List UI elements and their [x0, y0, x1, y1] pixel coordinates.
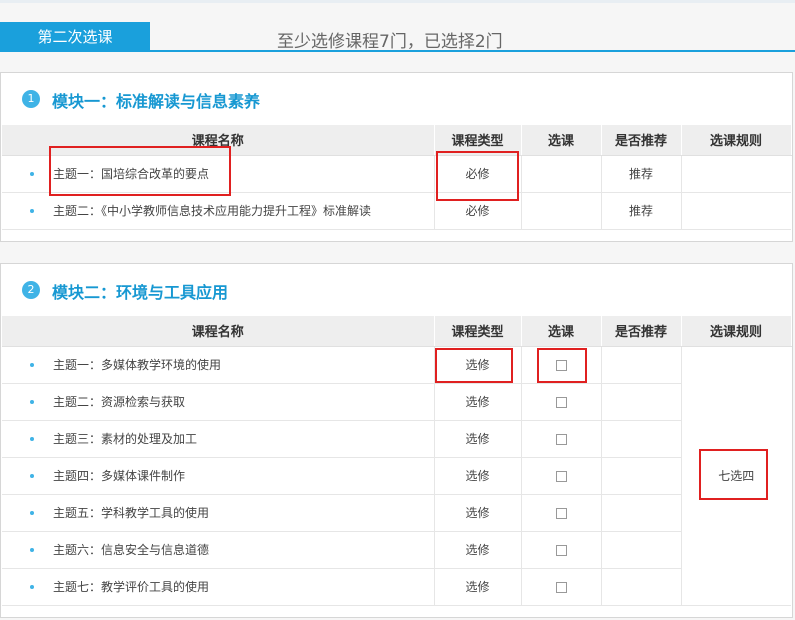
course-select-checkbox[interactable]: [555, 470, 567, 482]
course-name: 主题四：多媒体课件制作: [53, 469, 186, 483]
module-2-header: 2 模块二：环境与工具应用: [1, 264, 792, 316]
recommend-cell: [601, 531, 682, 569]
table-row: 主题四：多媒体课件制作 选修: [2, 457, 791, 495]
select-cell: [521, 383, 602, 421]
course-name-cell: 主题四：多媒体课件制作: [2, 457, 435, 495]
rule-cell: [681, 192, 791, 230]
course-name-cell: 主题三：素材的处理及加工: [2, 420, 435, 458]
course-type: 必修: [434, 192, 522, 230]
select-cell: [521, 494, 602, 532]
column-header-rule: 选课规则: [681, 316, 792, 347]
column-header-name: 课程名称: [2, 125, 435, 156]
select-cell: [521, 346, 602, 384]
table-row: 主题七：教学评价工具的使用 选修: [2, 568, 791, 606]
table-row: 主题三：素材的处理及加工 选修: [2, 420, 791, 458]
table-row: 主题六：信息安全与信息道德 选修: [2, 531, 791, 569]
course-name-cell: 主题二：资源检索与获取: [2, 383, 435, 421]
select-cell: [521, 192, 602, 230]
recommend-cell: [601, 346, 682, 384]
course-name-cell: 主题七：教学评价工具的使用: [2, 568, 435, 606]
module-1-table: 课程名称 课程类型 选课 是否推荐 选课规则 主题一：国培综合改革的要点 必修 推荐…: [2, 125, 792, 230]
column-header-name: 课程名称: [2, 316, 435, 347]
recommend-cell: [601, 383, 682, 421]
module-1-panel: 1 模块一：标准解读与信息素养 课程名称 课程类型 选课 是否推荐 选课规则 主…: [0, 72, 793, 242]
recommend-cell: [601, 457, 682, 495]
course-type: 选修: [434, 346, 522, 384]
module-1-title: 模块一：标准解读与信息素养: [52, 92, 261, 111]
course-name: 主题六：信息安全与信息道德: [53, 543, 210, 557]
course-type: 选修: [434, 457, 522, 495]
module-number-badge: 1: [22, 90, 40, 108]
column-header-select: 选课: [521, 316, 602, 347]
column-header-select: 选课: [521, 125, 602, 156]
recommend-cell: [601, 568, 682, 606]
course-name-cell: 主题二：《中小学教师信息技术应用能力提升工程》标准解读: [2, 192, 435, 230]
module-2-title: 模块二：环境与工具应用: [52, 283, 229, 302]
table-row: 主题一：多媒体教学环境的使用 选修 七选四: [2, 346, 791, 606]
recommend-cell: [601, 494, 682, 532]
table-header-row: 课程名称 课程类型 选课 是否推荐 选课规则: [2, 316, 792, 347]
select-cell: [521, 420, 602, 458]
course-select-checkbox[interactable]: [555, 581, 567, 593]
course-name-cell: 主题六：信息安全与信息道德: [2, 531, 435, 569]
course-name: 主题二：资源检索与获取: [53, 395, 186, 409]
tab-second-selection[interactable]: 第二次选课: [0, 22, 150, 52]
select-cell: [521, 568, 602, 606]
course-name: 主题一：国培综合改革的要点: [53, 167, 210, 181]
table-row: 主题二：资源检索与获取 选修: [2, 383, 791, 421]
table-row: 主题二：《中小学教师信息技术应用能力提升工程》标准解读 必修 推荐: [2, 192, 791, 230]
course-type: 选修: [434, 568, 522, 606]
top-divider: [0, 0, 795, 3]
course-name-cell: 主题一：多媒体教学环境的使用: [2, 346, 435, 384]
table-row: 主题五：学科教学工具的使用 选修: [2, 494, 791, 532]
module-2-panel: 2 模块二：环境与工具应用 课程名称 课程类型 选课 是否推荐 选课规则 主题一…: [0, 263, 793, 618]
course-type: 选修: [434, 531, 522, 569]
select-cell: [521, 457, 602, 495]
course-select-checkbox[interactable]: [555, 433, 567, 445]
course-name: 主题七：教学评价工具的使用: [53, 580, 210, 594]
select-cell: [521, 155, 602, 193]
table-row: 主题一：国培综合改革的要点 必修 推荐: [2, 155, 791, 193]
column-header-rule: 选课规则: [681, 125, 792, 156]
rule-cell: [681, 155, 791, 193]
recommend-label: 推荐: [601, 155, 682, 193]
selection-summary: 至少选修课程7门，已选择2门: [277, 32, 503, 52]
course-select-checkbox[interactable]: [555, 544, 567, 556]
course-type: 必修: [434, 155, 522, 193]
module-1-header: 1 模块一：标准解读与信息素养: [1, 73, 792, 125]
module-2-table: 课程名称 课程类型 选课 是否推荐 选课规则 主题一：多媒体教学环境的使用 选修七…: [2, 316, 792, 606]
module-number-badge: 2: [22, 281, 40, 299]
recommend-label: 推荐: [601, 192, 682, 230]
course-select-checkbox[interactable]: [555, 507, 567, 519]
selection-rule: 七选四: [681, 346, 791, 606]
column-header-type: 课程类型: [434, 316, 522, 347]
course-select-checkbox[interactable]: [555, 396, 567, 408]
course-name: 主题二：《中小学教师信息技术应用能力提升工程》标准解读: [53, 204, 372, 218]
column-header-recommend: 是否推荐: [601, 316, 682, 347]
recommend-cell: [601, 420, 682, 458]
course-type: 选修: [434, 420, 522, 458]
course-name: 主题一：多媒体教学环境的使用: [53, 358, 222, 372]
course-name: 主题三：素材的处理及加工: [53, 432, 198, 446]
course-type: 选修: [434, 494, 522, 532]
column-header-type: 课程类型: [434, 125, 522, 156]
select-cell: [521, 531, 602, 569]
course-name: 主题五：学科教学工具的使用: [53, 506, 210, 520]
course-name-cell: 主题五：学科教学工具的使用: [2, 494, 435, 532]
course-type: 选修: [434, 383, 522, 421]
course-name-cell: 主题一：国培综合改革的要点: [2, 155, 435, 193]
column-header-recommend: 是否推荐: [601, 125, 682, 156]
course-select-checkbox[interactable]: [555, 359, 567, 371]
table-header-row: 课程名称 课程类型 选课 是否推荐 选课规则: [2, 125, 792, 156]
